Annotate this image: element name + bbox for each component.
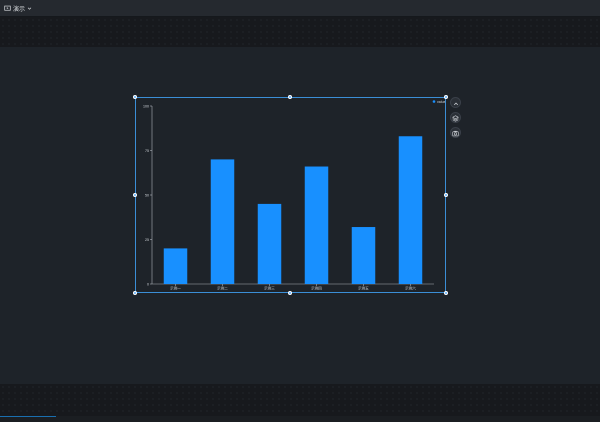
- chevron-down-icon: [27, 6, 32, 11]
- top-ruler-band: [0, 17, 600, 47]
- footer-bar: [0, 416, 600, 422]
- chart-selection-frame[interactable]: [135, 97, 446, 293]
- resize-handle-s[interactable]: [288, 291, 292, 295]
- resize-handle-sw[interactable]: [133, 291, 137, 295]
- layers-button[interactable]: [450, 112, 461, 123]
- resize-handle-n[interactable]: [288, 95, 292, 99]
- resize-handle-w[interactable]: [133, 193, 137, 197]
- resize-handle-nw[interactable]: [133, 95, 137, 99]
- footer-indicator: [0, 416, 56, 417]
- presentation-icon: [4, 5, 11, 12]
- resize-handle-ne[interactable]: [444, 95, 448, 99]
- resize-handle-e[interactable]: [444, 193, 448, 197]
- screenshot-button[interactable]: [450, 127, 461, 138]
- resize-handle-se[interactable]: [444, 291, 448, 295]
- camera-icon: [452, 124, 459, 142]
- mode-dropdown-button[interactable]: 演示: [4, 4, 32, 13]
- side-toolbar: [450, 97, 461, 138]
- mode-label: 演示: [13, 6, 26, 13]
- collapse-button[interactable]: [450, 97, 461, 108]
- top-toolbar: 演示: [0, 0, 600, 17]
- bottom-ruler-band: [0, 384, 600, 416]
